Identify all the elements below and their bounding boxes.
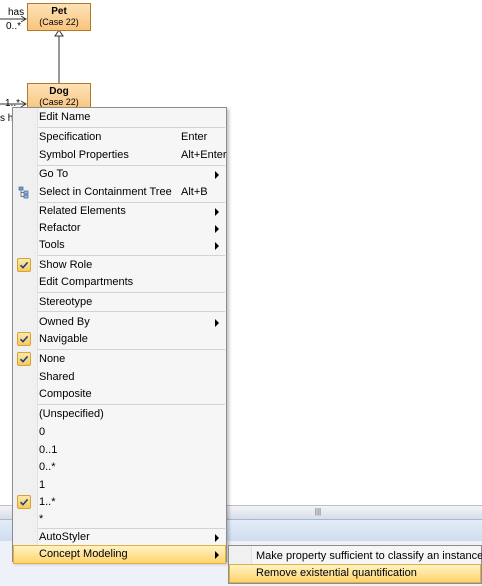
menu-item-multiplicity-0-1[interactable]: 0..1 <box>14 442 225 459</box>
menu-item-multiplicity-unspecified[interactable]: (Unspecified) <box>14 406 225 423</box>
menu-item-navigable[interactable]: Navigable <box>14 331 225 348</box>
menu-item-stereotype[interactable]: Stereotype <box>14 294 225 311</box>
checkmark-icon <box>17 495 31 509</box>
class-pet[interactable]: Pet (Case 22) <box>27 3 91 31</box>
menu-item-label: (Unspecified) <box>39 408 104 420</box>
menu-item-label: 0..* <box>39 461 56 473</box>
menu-item-aggregation-composite[interactable]: Composite <box>14 386 225 403</box>
menu-item-multiplicity-0[interactable]: 0 <box>14 424 225 441</box>
menu-separator <box>38 349 225 350</box>
menu-item-shortcut: Alt+B <box>181 186 208 198</box>
menu-item-label: Edit Name <box>39 111 91 123</box>
checkmark-icon <box>17 352 31 366</box>
submenu-arrow-icon <box>215 171 219 179</box>
context-menu: Edit Name Specification Enter Symbol Pro… <box>12 107 227 564</box>
menu-separator <box>38 292 225 293</box>
menu-item-label: Remove existential quantification <box>256 567 417 579</box>
menu-item-tools[interactable]: Tools <box>14 237 225 254</box>
menu-item-label: Shared <box>39 371 75 383</box>
menu-item-label: Owned By <box>39 316 90 328</box>
menu-item-label: Navigable <box>39 333 88 345</box>
menu-item-label: 1 <box>39 479 46 491</box>
menu-item-label: Edit Compartments <box>39 276 134 288</box>
submenu-item-make-property-sufficient[interactable]: Make property sufficient to classify an … <box>230 548 482 565</box>
class-name: Pet <box>51 6 67 17</box>
menu-item-symbol-properties[interactable]: Symbol Properties Alt+Enter <box>14 147 227 164</box>
menu-item-label: Related Elements <box>39 205 126 217</box>
menu-item-aggregation-shared[interactable]: Shared <box>14 369 225 386</box>
menu-item-refactor[interactable]: Refactor <box>14 220 225 237</box>
menu-separator <box>38 255 225 256</box>
checkmark-icon <box>17 258 31 272</box>
menu-item-label: 0 <box>39 426 46 438</box>
menu-item-concept-modeling[interactable]: Concept Modeling <box>13 545 226 564</box>
menu-item-label: None <box>39 353 66 365</box>
menu-separator <box>38 127 225 128</box>
menu-item-related-elements[interactable]: Related Elements <box>14 203 225 220</box>
menu-item-show-role[interactable]: Show Role <box>14 257 225 274</box>
multiplicity-label: 0..* <box>6 21 22 32</box>
menu-item-label: Show Role <box>39 259 93 271</box>
concept-modeling-submenu: Make property sufficient to classify an … <box>228 545 482 584</box>
menu-item-label: * <box>39 513 44 525</box>
menu-separator <box>38 404 225 405</box>
menu-item-multiplicity-many[interactable]: * <box>14 511 225 528</box>
submenu-arrow-icon <box>215 551 219 559</box>
submenu-arrow-icon <box>215 225 219 233</box>
menu-item-edit-name[interactable]: Edit Name <box>14 109 225 126</box>
submenu-arrow-icon <box>215 242 219 250</box>
association-name-label: has <box>8 7 25 18</box>
menu-item-label: Refactor <box>39 222 81 234</box>
containment-tree-icon <box>18 186 29 199</box>
menu-item-label: 1..* <box>39 496 56 508</box>
class-stereotype: (Case 22) <box>39 17 79 27</box>
menu-item-label: Concept Modeling <box>39 548 128 560</box>
scrollbar-grip[interactable]: ||| <box>310 507 326 516</box>
menu-item-go-to[interactable]: Go To <box>14 166 225 183</box>
menu-item-label: Composite <box>39 388 92 400</box>
menu-item-autostyler[interactable]: AutoStyler <box>14 529 225 546</box>
menu-item-select-in-containment-tree[interactable]: Select in Containment Tree Alt+B <box>14 184 225 201</box>
menu-item-owned-by[interactable]: Owned By <box>14 314 225 331</box>
class-name: Dog <box>49 86 69 97</box>
menu-item-label: AutoStyler <box>39 531 90 543</box>
menu-item-label: Symbol Properties <box>39 149 129 161</box>
submenu-arrow-icon <box>215 208 219 216</box>
menu-item-edit-compartments[interactable]: Edit Compartments <box>14 274 225 291</box>
menu-item-label: Stereotype <box>39 296 93 308</box>
menu-item-multiplicity-1[interactable]: 1 <box>14 477 225 494</box>
menu-item-multiplicity-1-many[interactable]: 1..* <box>14 494 225 511</box>
submenu-arrow-icon <box>215 319 219 327</box>
menu-item-label: Specification <box>39 131 102 143</box>
menu-item-label: Tools <box>39 239 65 251</box>
menu-item-shortcut: Enter <box>181 131 208 143</box>
menu-item-label: 0..1 <box>39 444 58 456</box>
menu-item-label: Go To <box>39 168 69 180</box>
submenu-item-remove-existential-quantification[interactable]: Remove existential quantification <box>229 564 481 583</box>
menu-item-multiplicity-0-many[interactable]: 0..* <box>14 459 225 476</box>
menu-item-label: Select in Containment Tree <box>39 186 172 198</box>
menu-item-aggregation-none[interactable]: None <box>14 351 225 368</box>
menu-item-specification[interactable]: Specification Enter <box>14 129 225 146</box>
menu-item-label: Make property sufficient to classify an … <box>256 550 482 562</box>
menu-separator <box>38 311 225 312</box>
checkmark-icon <box>17 332 31 346</box>
menu-item-shortcut: Alt+Enter <box>181 149 227 161</box>
submenu-arrow-icon <box>215 534 219 542</box>
